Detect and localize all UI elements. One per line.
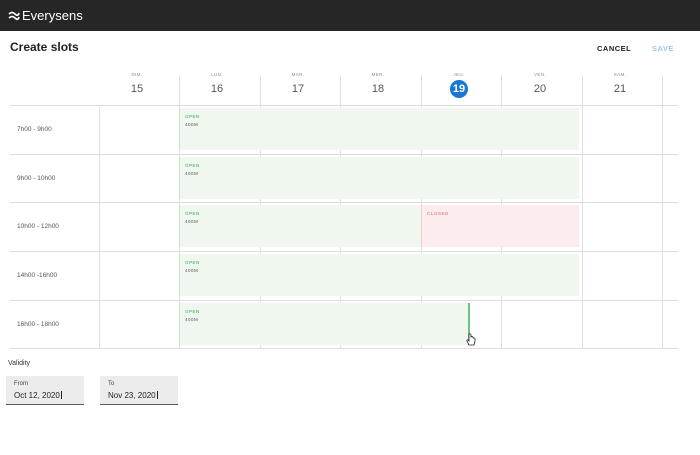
to-label: To xyxy=(108,381,115,387)
grid-line xyxy=(10,105,678,106)
day-number: 21 xyxy=(613,83,627,95)
brand-logo[interactable]: Everysens xyxy=(8,8,83,23)
slot-block[interactable]: OPEN 400M xyxy=(179,254,579,296)
day-of-week: JEU. xyxy=(453,72,465,77)
grid-line xyxy=(582,75,583,349)
grid-line xyxy=(10,348,678,349)
slot-capacity: 400M xyxy=(185,219,199,224)
day-of-week: LUN. xyxy=(211,72,223,77)
day-header-sunday[interactable]: DIM. 15 xyxy=(97,72,177,98)
day-number: 20 xyxy=(533,83,547,95)
slot-block[interactable]: OPEN 400M xyxy=(179,157,579,199)
slot-status: OPEN xyxy=(185,211,200,216)
from-date-field[interactable]: From Oct 12, 2020 xyxy=(6,376,84,405)
grid-line xyxy=(10,251,678,252)
slot-status: OPEN xyxy=(185,260,200,265)
time-label: 10h00 - 12h00 xyxy=(17,223,59,230)
slot-block-dragging[interactable]: OPEN 400M xyxy=(179,303,468,345)
to-date-field[interactable]: To Nov 23, 2020 xyxy=(100,376,178,405)
slot-capacity: 400M xyxy=(185,171,199,176)
to-date-input[interactable]: Nov 23, 2020 xyxy=(108,391,158,400)
day-number: 18 xyxy=(371,83,385,95)
slot-block[interactable]: OPEN 400M xyxy=(179,108,579,150)
week-grid[interactable]: 7h00 - 9h00 9h00 - 10h00 10h00 - 12h00 1… xyxy=(10,75,678,349)
day-header-tuesday[interactable]: MAR. 17 xyxy=(258,72,338,98)
day-header-wednesday[interactable]: MER. 18 xyxy=(338,72,418,98)
time-label: 9h00 - 10h00 xyxy=(17,175,56,182)
slot-capacity: 400M xyxy=(185,317,199,322)
brand-name: Everysens xyxy=(22,8,83,23)
grid-line xyxy=(99,105,100,349)
slot-block-closed[interactable]: CLOSED xyxy=(421,205,579,247)
everysens-logo-icon xyxy=(8,11,20,20)
time-label: 16h00 - 18h00 xyxy=(17,321,59,328)
validity-label: Validity xyxy=(8,360,31,367)
slot-status: OPEN xyxy=(185,163,200,168)
day-number-today: 19 xyxy=(450,80,468,98)
grid-line xyxy=(10,202,678,203)
time-label: 7h00 - 9h00 xyxy=(17,126,52,133)
day-header-thursday[interactable]: JEU. 19 xyxy=(419,72,499,98)
app-bar: Everysens xyxy=(0,0,700,31)
slot-status: CLOSED xyxy=(427,211,449,216)
day-of-week: MER. xyxy=(371,72,385,77)
time-label: 14h00 -16h00 xyxy=(17,272,58,279)
grid-line xyxy=(10,154,678,155)
day-of-week: VEN. xyxy=(533,72,547,77)
day-header-monday[interactable]: LUN. 16 xyxy=(177,72,257,98)
day-number: 16 xyxy=(210,83,224,95)
day-header-saturday[interactable]: SAM. 21 xyxy=(580,72,660,98)
day-number: 17 xyxy=(291,83,305,95)
from-label: From xyxy=(14,381,28,387)
slot-capacity: 400M xyxy=(185,122,199,127)
grid-line xyxy=(10,300,678,301)
cancel-button[interactable]: CANCEL xyxy=(597,44,631,53)
page-title: Create slots xyxy=(10,40,79,54)
slot-capacity: 400M xyxy=(185,268,199,273)
day-header-friday[interactable]: VEN. 20 xyxy=(500,72,580,98)
day-of-week: SAM. xyxy=(613,72,627,77)
save-button[interactable]: SAVE xyxy=(652,44,674,53)
from-date-input[interactable]: Oct 12, 2020 xyxy=(14,391,62,400)
day-number: 15 xyxy=(130,83,144,95)
grid-line xyxy=(662,75,663,349)
slot-status: OPEN xyxy=(185,114,200,119)
slot-status: OPEN xyxy=(185,309,200,314)
day-of-week: DIM. xyxy=(131,72,143,77)
slot-block[interactable]: OPEN 400M xyxy=(179,205,421,247)
hand-cursor-icon xyxy=(466,333,476,346)
day-of-week: MAR. xyxy=(291,72,305,77)
